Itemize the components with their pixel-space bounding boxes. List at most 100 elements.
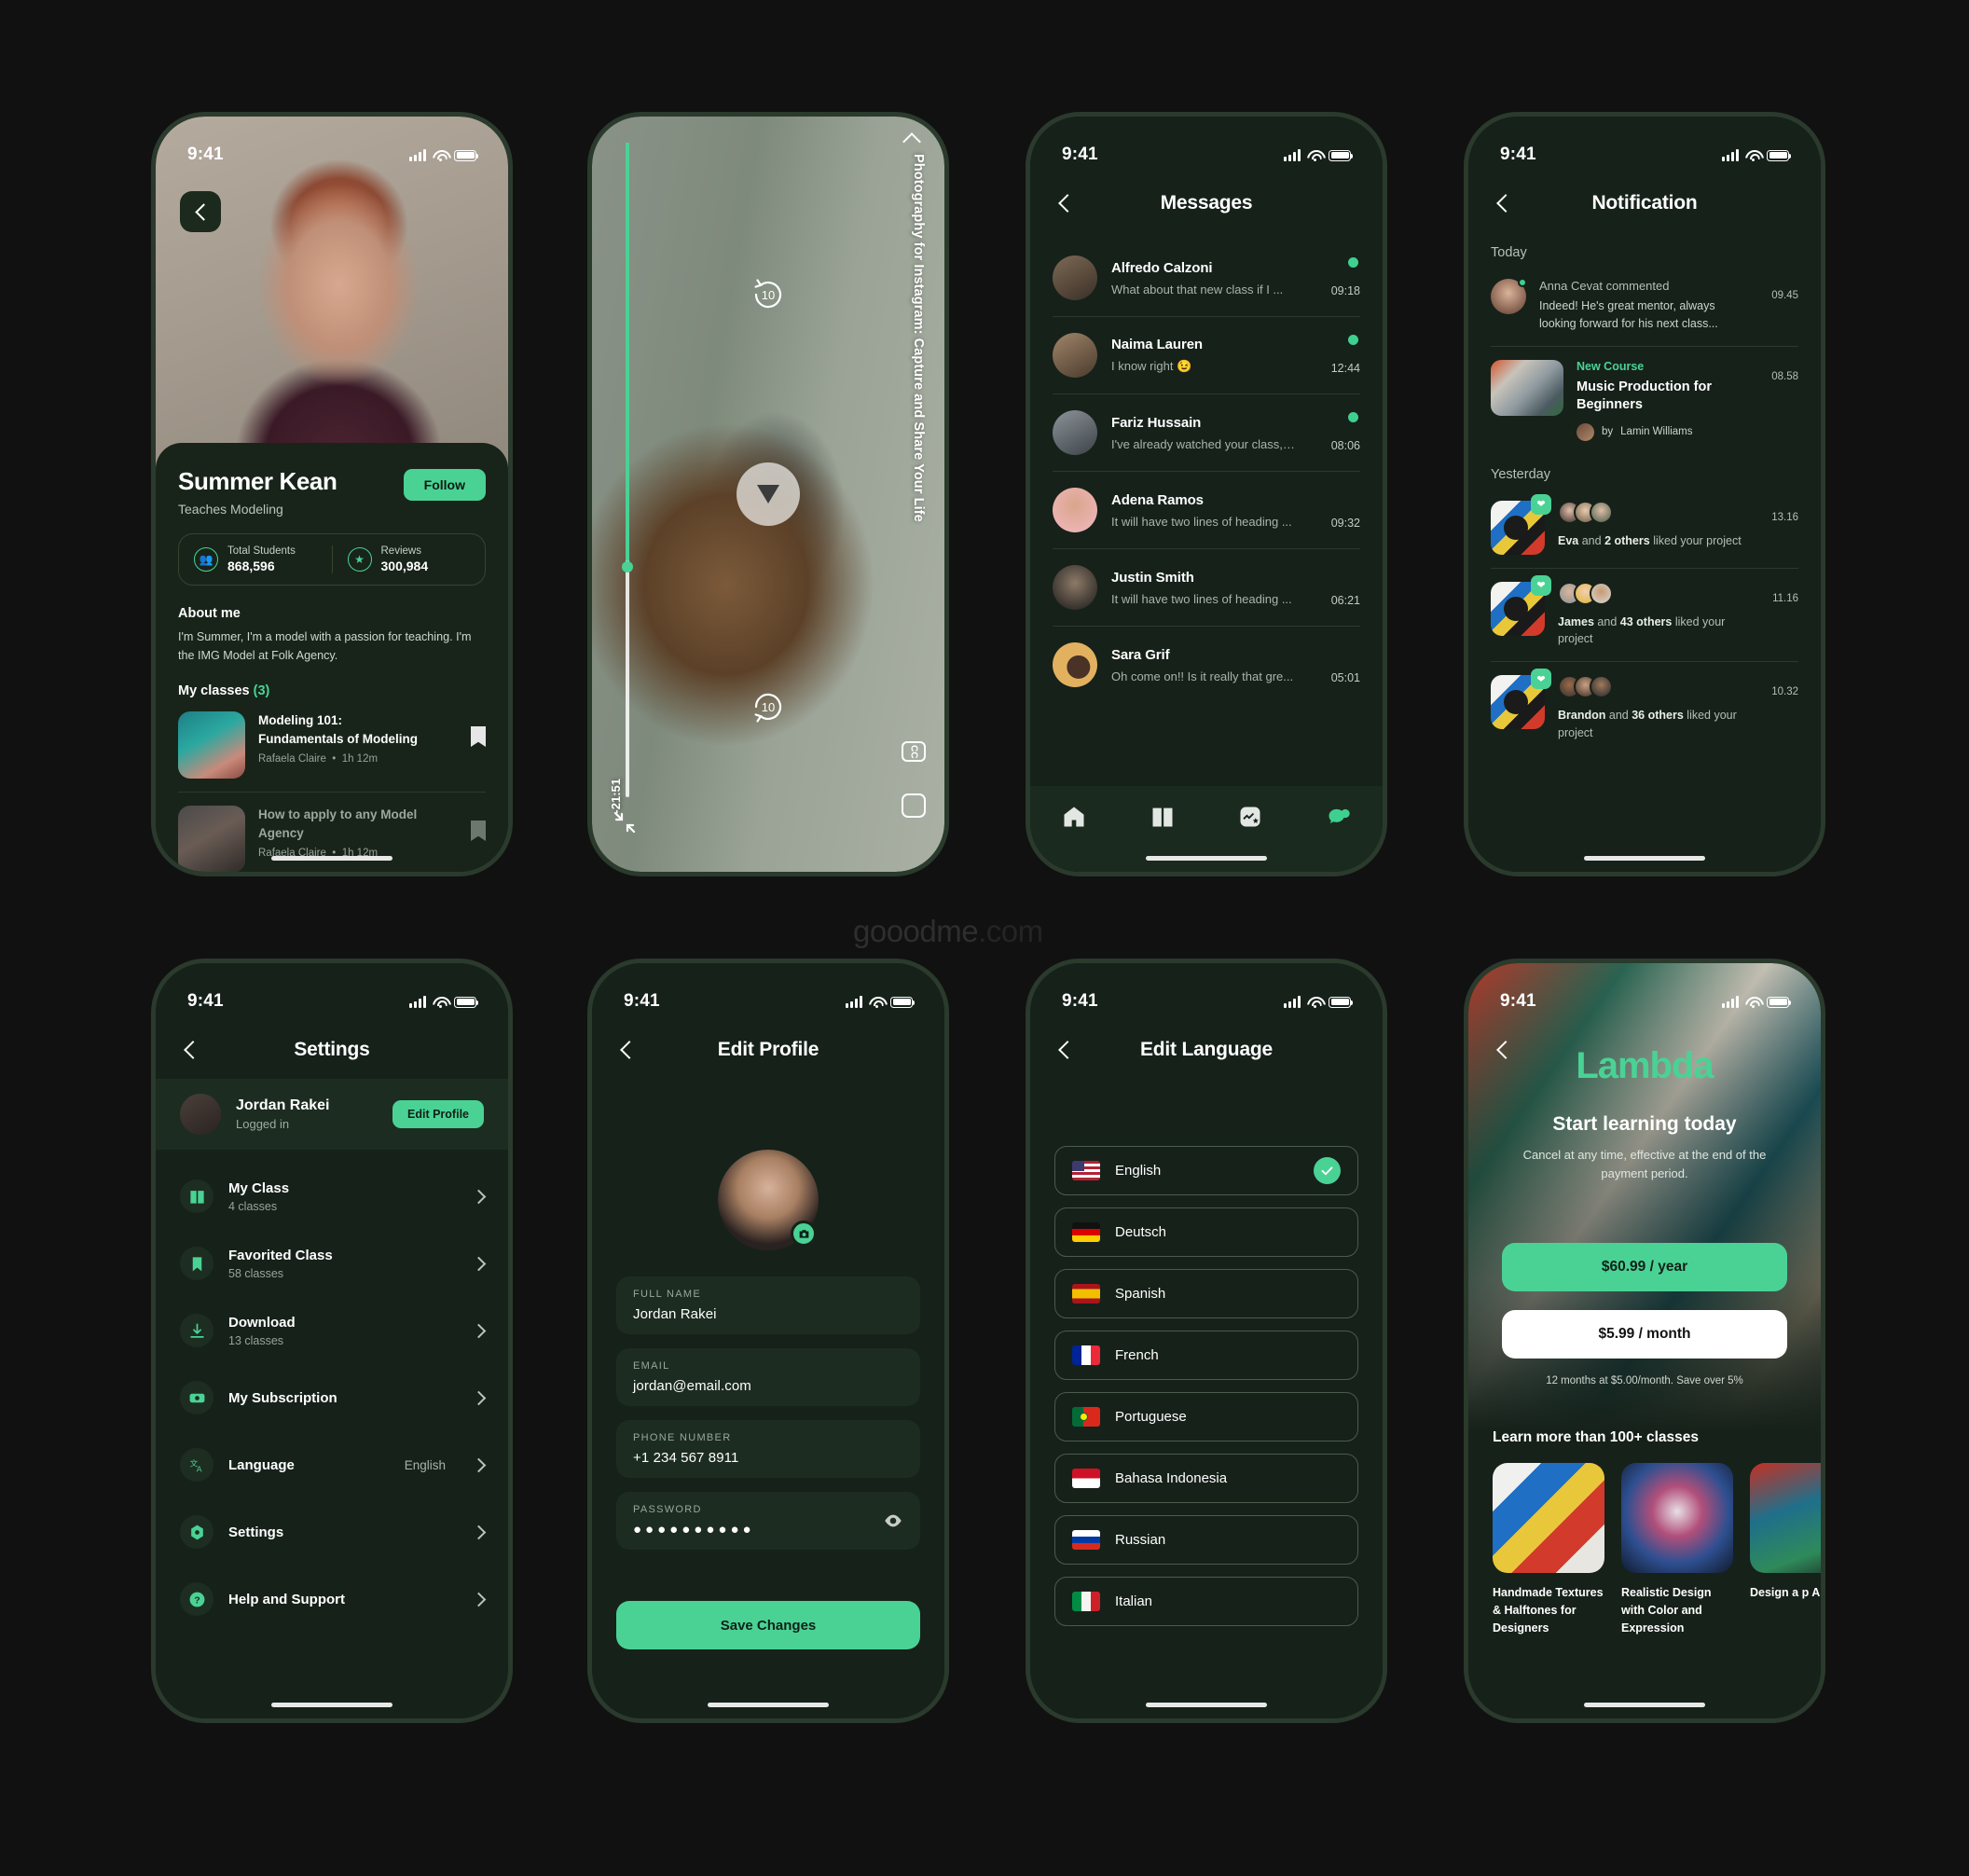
project-thumbnail: ❤ — [1491, 493, 1551, 555]
list-item[interactable]: ❤ Brandon and 36 others liked your proje… — [1491, 661, 1798, 755]
replay-10-icon[interactable]: 10 — [749, 687, 788, 726]
language-option-french[interactable]: French — [1054, 1331, 1358, 1380]
sidebar-item-language[interactable]: 文A Language English — [180, 1431, 487, 1498]
class-item[interactable]: How to apply to any Model Agency Rafaela… — [178, 806, 486, 872]
setting-label: Language — [228, 1456, 295, 1473]
save-button[interactable]: Save Changes — [616, 1601, 920, 1649]
people-icon: 👥 — [194, 547, 218, 572]
list-item[interactable]: New Course Music Production for Beginner… — [1491, 345, 1798, 454]
status-time: 9:41 — [1062, 991, 1098, 1011]
status-time: 9:41 — [187, 145, 224, 164]
status-bar: 9:41 — [1030, 117, 1383, 174]
messages-list[interactable]: Alfredo Calzoni What about that new clas… — [1030, 240, 1383, 786]
list-item[interactable]: ❤ Eva and 2 others liked your project 13… — [1491, 488, 1798, 568]
sidebar-item-download[interactable]: Download 13 classes — [180, 1297, 487, 1364]
back-button[interactable] — [1493, 193, 1513, 214]
cellular-icon — [1284, 148, 1301, 161]
message-preview: What about that new class if I ... — [1111, 282, 1284, 297]
sidebar-item-my-subscription[interactable]: My Subscription — [180, 1364, 487, 1431]
sidebar-item-favorited-class[interactable]: Favorited Class 58 classes — [180, 1230, 487, 1297]
bookmark-icon[interactable] — [471, 821, 486, 842]
list-item[interactable]: Naima Lauren I know right 😉 12:44 — [1053, 316, 1360, 393]
full-name-field[interactable]: FULL NAME Jordan Rakei — [616, 1276, 920, 1334]
list-item[interactable]: Justin Smith It will have two lines of h… — [1053, 548, 1360, 626]
back-button[interactable] — [1054, 193, 1075, 214]
settings-profile-row[interactable]: Jordan Rakei Logged in Edit Profile — [156, 1079, 508, 1150]
language-option-spanish[interactable]: Spanish — [1054, 1269, 1358, 1318]
password-field[interactable]: PASSWORD ●●●●●●●●●● — [616, 1492, 920, 1550]
chevron-right-icon — [471, 1323, 487, 1338]
field-value: ●●●●●●●●●● — [633, 1522, 755, 1538]
status-icons — [409, 995, 479, 1008]
tab-home[interactable] — [1058, 803, 1090, 831]
wifi-icon — [1307, 150, 1322, 161]
list-item[interactable]: Fariz Hussain I've already watched your … — [1053, 393, 1360, 471]
message-time: 06:21 — [1330, 594, 1360, 607]
language-option-russian[interactable]: Russian — [1054, 1515, 1358, 1565]
sidebar-item-settings[interactable]: Settings — [180, 1498, 487, 1566]
avatar — [1053, 565, 1097, 610]
list-item[interactable]: Anna Cevat commented Indeed! He's great … — [1491, 266, 1798, 346]
play-button[interactable] — [737, 462, 800, 526]
tab-messages[interactable] — [1323, 803, 1355, 831]
chevron-right-icon — [471, 1390, 487, 1405]
video-progress-slider[interactable] — [622, 143, 633, 797]
class-carousel[interactable]: Handmade Textures & Halftones for Design… — [1493, 1463, 1821, 1636]
camera-icon[interactable] — [791, 1221, 817, 1247]
language-option-bahasa-indonesia[interactable]: Bahasa Indonesia — [1054, 1454, 1358, 1503]
class-item[interactable]: Modeling 101: Fundamentals of Modeling R… — [178, 711, 486, 779]
email-field[interactable]: EMAIL jordan@email.com — [616, 1348, 920, 1406]
class-meta: Rafaela Claire • 1h 12m — [258, 753, 379, 766]
back-button[interactable] — [1054, 1040, 1075, 1060]
language-option-deutsch[interactable]: Deutsch — [1054, 1207, 1358, 1257]
language-option-portuguese[interactable]: Portuguese — [1054, 1392, 1358, 1441]
back-button[interactable] — [180, 191, 221, 232]
stat-total-students: 👥 Total Students 868,596 — [179, 545, 332, 573]
class-author: Rafaela Claire — [258, 753, 326, 766]
follow-button[interactable]: Follow — [403, 469, 486, 501]
page-title: Edit Language — [1139, 1039, 1274, 1060]
tab-classes[interactable] — [1147, 803, 1178, 831]
list-item[interactable]: Adena Ramos It will have two lines of he… — [1053, 471, 1360, 548]
class-card[interactable]: Realistic Design with Color and Expressi… — [1621, 1463, 1733, 1636]
home-indicator — [1584, 1703, 1705, 1707]
list-item[interactable]: Alfredo Calzoni What about that new clas… — [1053, 240, 1360, 316]
eye-icon[interactable] — [883, 1510, 903, 1531]
back-button[interactable] — [1493, 1040, 1513, 1060]
language-option-italian[interactable]: Italian — [1054, 1577, 1358, 1626]
play-icon — [757, 485, 779, 503]
message-preview: It will have two lines of heading ... — [1111, 514, 1292, 529]
sidebar-item-help-and-support[interactable]: ? Help and Support — [180, 1566, 487, 1633]
phone-number-field[interactable]: PHONE NUMBER +1 234 567 8911 — [616, 1420, 920, 1478]
price-year-button[interactable]: $60.99 / year — [1502, 1243, 1787, 1291]
back-button[interactable] — [902, 130, 922, 150]
language-option-english[interactable]: English — [1054, 1146, 1358, 1195]
profile-stats: 👥 Total Students 868,596 ★ Reviews 300,9… — [178, 533, 486, 586]
avatar — [1491, 278, 1527, 314]
gear-icon — [180, 1515, 213, 1549]
language-name: English — [1115, 1163, 1162, 1179]
tab-discover[interactable] — [1234, 803, 1266, 831]
stat-value: 868,596 — [227, 559, 275, 573]
settings-list: My Class 4 classes Favorited Class 58 cl… — [156, 1163, 508, 1681]
profile-avatar-editor[interactable] — [718, 1150, 819, 1250]
list-item[interactable]: ❤ James and 43 others liked your project… — [1491, 567, 1798, 662]
nav-header — [1468, 1021, 1821, 1079]
edit-profile-button[interactable]: Edit Profile — [392, 1100, 484, 1128]
bookmark-icon[interactable] — [471, 726, 486, 748]
forward-10-icon[interactable]: 10 — [749, 275, 788, 314]
list-item[interactable]: Sara Grif Oh come on!! Is it really that… — [1053, 626, 1360, 703]
avatar — [1053, 333, 1097, 378]
price-month-button[interactable]: $5.99 / month — [1502, 1310, 1787, 1359]
chevron-right-icon — [471, 1189, 487, 1204]
sidebar-item-my-class[interactable]: My Class 4 classes — [180, 1163, 487, 1230]
notification-list[interactable]: Today Anna Cevat commented Indeed! He's … — [1468, 232, 1821, 835]
minimize-icon[interactable] — [613, 810, 637, 835]
closed-captions-button[interactable]: CC — [902, 741, 926, 762]
class-card[interactable]: Handmade Textures & Halftones for Design… — [1493, 1463, 1604, 1636]
fullscreen-icon[interactable] — [902, 793, 926, 818]
back-button[interactable] — [180, 1040, 200, 1060]
bookmark-icon — [180, 1247, 213, 1280]
back-button[interactable] — [616, 1040, 637, 1060]
class-card[interactable]: Design a p Abstract — [1750, 1463, 1821, 1636]
